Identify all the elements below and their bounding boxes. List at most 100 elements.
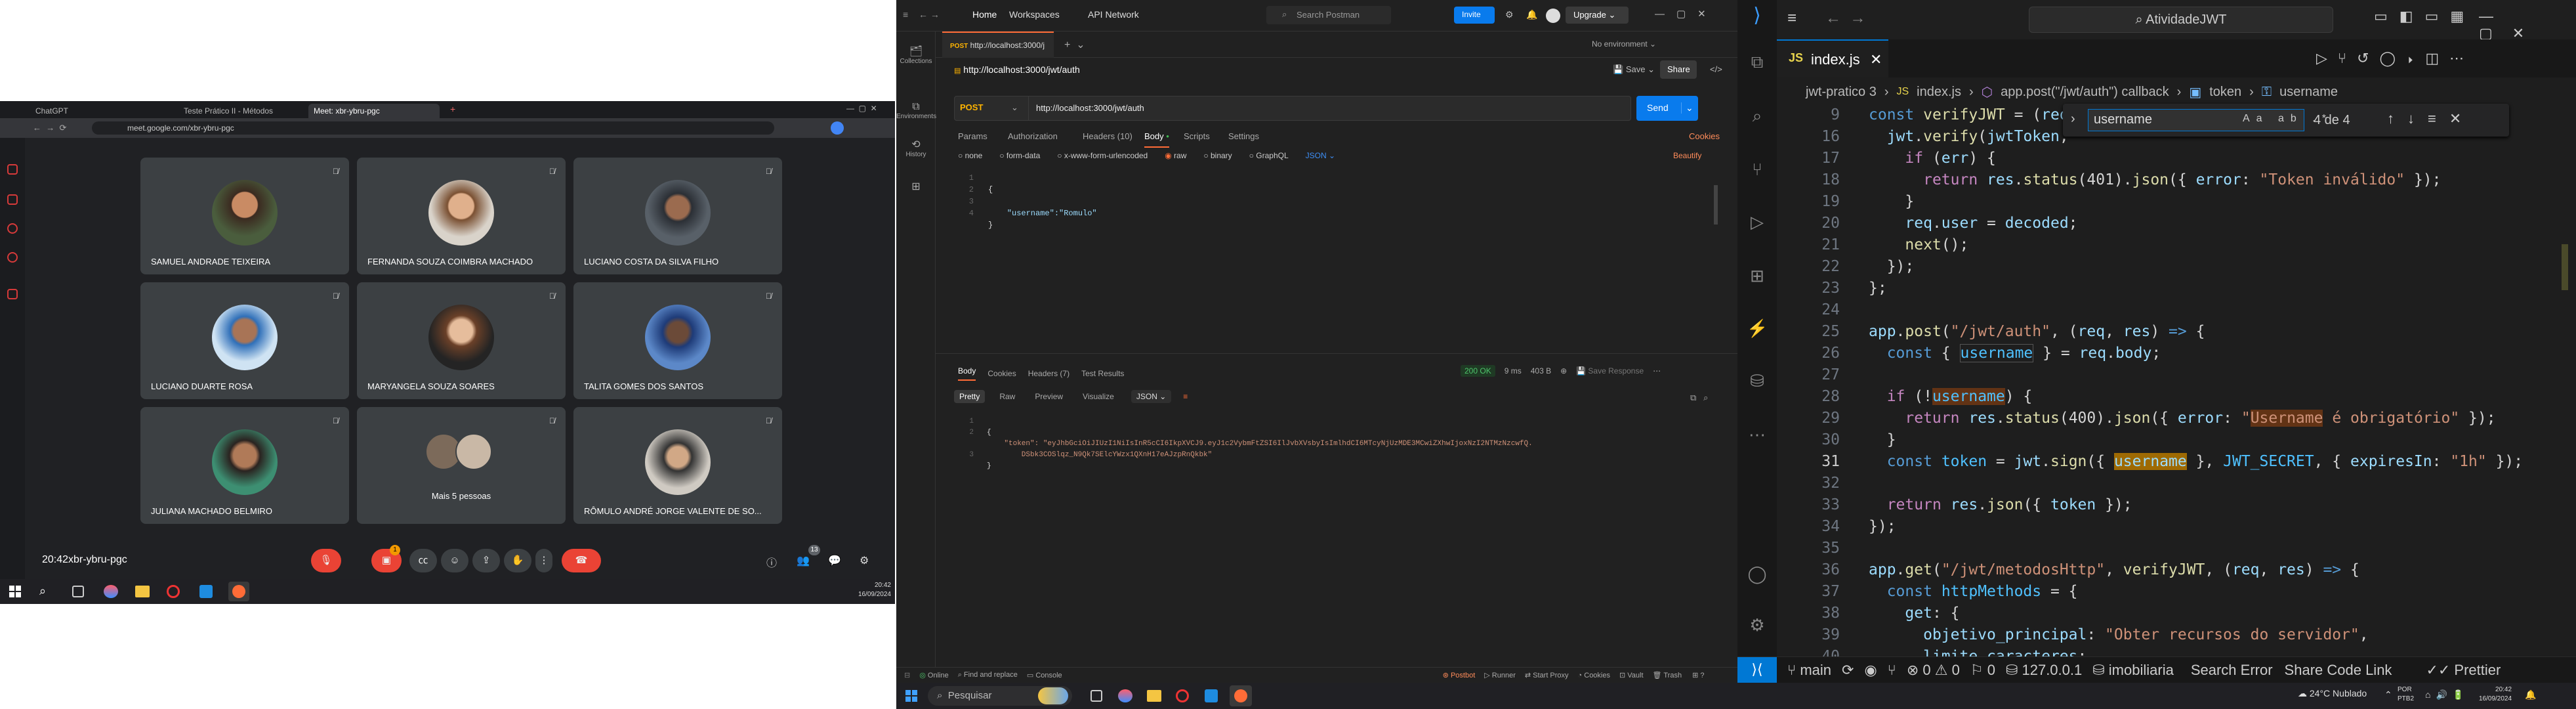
- tab-settings[interactable]: Settings: [1228, 131, 1259, 141]
- footer-vault[interactable]: ⊡ Vault: [1619, 671, 1644, 679]
- sidebar-app-icon[interactable]: [7, 223, 18, 234]
- view-pretty[interactable]: Pretty: [954, 390, 986, 403]
- opera-icon[interactable]: [167, 585, 180, 598]
- share-code-link-item[interactable]: Share Code Link: [2285, 662, 2392, 679]
- format-select[interactable]: JSON ⌄: [1306, 151, 1335, 160]
- help-icon[interactable]: ⊞ ?: [1692, 671, 1704, 679]
- editor-tab[interactable]: JS index.js ✕: [1777, 39, 1888, 77]
- windows-start-icon[interactable]: [905, 690, 917, 702]
- sidebar-app-icon[interactable]: [7, 194, 18, 205]
- footer-online[interactable]: ◎ Online: [919, 671, 948, 679]
- close-icon[interactable]: ✕: [1870, 51, 1882, 68]
- profile-avatar[interactable]: [831, 121, 844, 135]
- breadcrumb-item[interactable]: index.js: [1917, 85, 1961, 100]
- sidebar-app-icon[interactable]: [7, 164, 18, 175]
- nav-arrows-icon[interactable]: ← →: [919, 9, 940, 20]
- chat-icon[interactable]: 💬: [828, 554, 841, 567]
- menu-icon[interactable]: ≡: [903, 9, 908, 20]
- radio-binary[interactable]: ○ binary: [1203, 151, 1232, 160]
- participant-tile[interactable]: 🎙̸ JULIANA MACHADO BELMIRO: [140, 407, 349, 524]
- status-icon[interactable]: ◉: [1864, 662, 1877, 679]
- find-nav-icons[interactable]: ↑↓≡✕: [2387, 110, 2474, 127]
- extensions-icon[interactable]: ⊞: [1747, 265, 1768, 286]
- notification-icon[interactable]: 🔔: [2525, 689, 2536, 700]
- menu-icon[interactable]: ≡: [1787, 9, 1797, 28]
- participant-tile-more[interactable]: 🎙̸ Mais 5 pessoas: [357, 407, 566, 524]
- opera-icon[interactable]: [1176, 689, 1189, 702]
- radio-graphql[interactable]: ○ GraphQL: [1249, 151, 1289, 160]
- sidebar-item-collections[interactable]: 🗂 Collections: [896, 45, 936, 65]
- weather-widget[interactable]: ☁ 24°C Nublado: [2298, 688, 2367, 699]
- errors-item[interactable]: ⊗ 0 ⚠ 0: [1907, 662, 1960, 679]
- task-view-icon[interactable]: [1091, 690, 1102, 702]
- footer-runner[interactable]: ▷ Runner: [1484, 671, 1516, 679]
- database-icon[interactable]: ⛁: [1747, 370, 1768, 391]
- url-input[interactable]: http://localhost:3000/jwt/auth: [1036, 103, 1144, 113]
- nav-home[interactable]: Home: [972, 9, 997, 20]
- tab-chatgpt[interactable]: ChatGPT: [30, 104, 135, 118]
- layout-icons[interactable]: ▭◧▭▦: [2374, 8, 2476, 25]
- scrollbar[interactable]: [1714, 185, 1718, 225]
- problems-icon[interactable]: ⑂: [1888, 662, 1896, 679]
- run-debug-icon[interactable]: ▷: [1747, 211, 1768, 232]
- footer-console[interactable]: ▭ Console: [1027, 671, 1062, 679]
- taskbar-search[interactable]: ⌕ Pesquisar: [928, 686, 1072, 706]
- tray-chevron-icon[interactable]: ⌃: [2384, 689, 2392, 700]
- breadcrumb-item[interactable]: jwt-pratico 3: [1806, 85, 1877, 100]
- more-options-button[interactable]: ⋮: [535, 549, 552, 572]
- view-raw[interactable]: Raw: [994, 390, 1020, 403]
- save-button[interactable]: 💾 Save ⌄: [1613, 64, 1655, 75]
- search-icon[interactable]: ⌕: [1747, 105, 1768, 126]
- captions-button[interactable]: ㏄: [409, 549, 437, 572]
- search-error-item[interactable]: Search Error: [2191, 662, 2273, 679]
- code-icon[interactable]: </>: [1710, 64, 1722, 74]
- radio-form-data[interactable]: ○ form-data: [999, 151, 1040, 160]
- new-tab-icon[interactable]: +: [450, 104, 455, 114]
- more-icon[interactable]: ⋯: [1747, 424, 1768, 445]
- breadcrumb-item[interactable]: app.post("/jwt/auth") callback: [2001, 85, 2169, 100]
- layout-icon[interactable]: ⊟: [904, 671, 910, 679]
- more-icon[interactable]: ⋯: [1653, 366, 1661, 376]
- raise-hand-button[interactable]: ✋: [504, 549, 531, 572]
- explorer-icon[interactable]: ⧉: [1747, 51, 1768, 72]
- present-button[interactable]: ⇪: [472, 549, 500, 572]
- prettier-item[interactable]: ✓✓ Prettier: [2426, 662, 2501, 679]
- copilot-icon[interactable]: [1118, 689, 1132, 702]
- tab-scripts[interactable]: Scripts: [1184, 131, 1210, 141]
- send-button[interactable]: Send ⌄: [1636, 96, 1698, 121]
- wrap-icon[interactable]: ≡: [1178, 390, 1193, 403]
- tab-headers[interactable]: Headers (10): [1083, 131, 1132, 141]
- nav-arrows-icon[interactable]: ← → ⟳: [33, 123, 66, 133]
- mic-toggle-button[interactable]: 🎙: [311, 549, 341, 572]
- copilot-icon[interactable]: [104, 585, 118, 598]
- source-control-icon[interactable]: ⑂: [1747, 159, 1768, 180]
- view-visualize[interactable]: Visualize: [1077, 390, 1119, 403]
- upgrade-button[interactable]: Upgrade ⌄: [1566, 7, 1629, 24]
- copy-icon[interactable]: ⧉ ⌕: [1690, 393, 1708, 403]
- participant-tile[interactable]: 🎙̸ RÔMULO ANDRÉ JORGE VALENTE DE SO...: [573, 407, 782, 524]
- sidebar-app-icon[interactable]: [7, 289, 18, 299]
- bell-icon[interactable]: 🔔: [1526, 9, 1537, 20]
- resp-tab-tests[interactable]: Test Results: [1081, 369, 1124, 378]
- radio-raw[interactable]: ◉ raw: [1165, 151, 1186, 160]
- footer-find-replace[interactable]: ⌕ Find and replace: [958, 671, 1018, 679]
- window-controls[interactable]: —▢✕: [2479, 8, 2576, 42]
- tab-meet[interactable]: Meet: xbr-ybru-pgc: [308, 104, 440, 118]
- activities-icon[interactable]: ⚙: [860, 554, 869, 567]
- chevron-right-icon[interactable]: ›: [2071, 112, 2075, 127]
- account-icon[interactable]: ◯: [1747, 563, 1768, 584]
- participant-tile[interactable]: 🎙̸ LUCIANO DUARTE ROSA: [140, 282, 349, 399]
- windows-start-icon[interactable]: [9, 586, 21, 597]
- sidebar-app-icon[interactable]: [7, 252, 18, 263]
- vscode-icon[interactable]: [199, 585, 213, 598]
- footer-postbot[interactable]: ⊛ Postbot: [1443, 671, 1476, 679]
- resp-tab-headers[interactable]: Headers (7): [1028, 369, 1070, 378]
- language-indicator[interactable]: POR PTB2: [2398, 685, 2417, 704]
- people-icon[interactable]: 👥: [797, 554, 810, 567]
- url-field[interactable]: meet.google.com/xbr-ybru-pgc: [92, 121, 774, 135]
- resp-format-select[interactable]: JSON ⌄: [1131, 390, 1172, 403]
- sync-icon[interactable]: ⟳: [1842, 662, 1854, 679]
- breadcrumb-item[interactable]: username: [2279, 85, 2338, 100]
- avatar[interactable]: [1546, 9, 1560, 23]
- file-explorer-icon[interactable]: [1147, 690, 1161, 702]
